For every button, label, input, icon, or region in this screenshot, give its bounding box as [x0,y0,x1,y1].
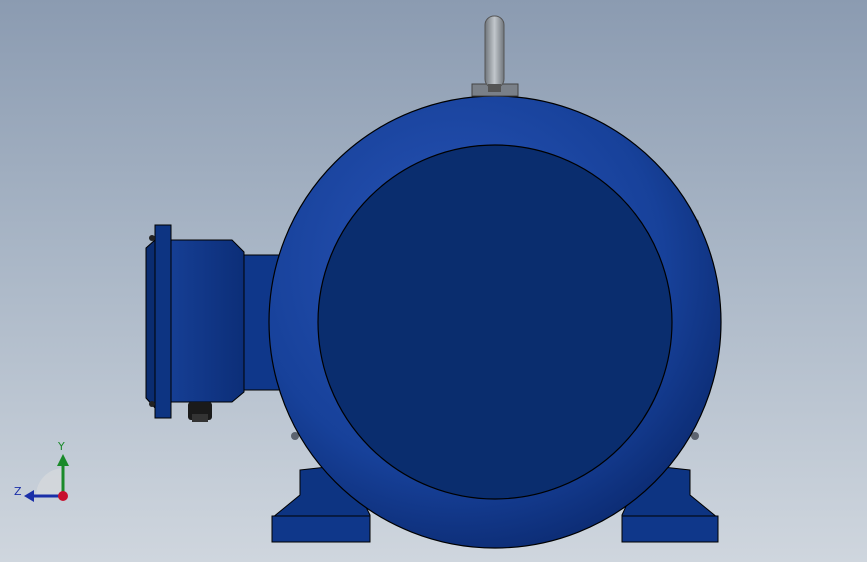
cable-gland [188,402,212,422]
end-cover[interactable] [317,144,673,500]
lifting-eyebolt[interactable] [471,15,519,97]
triad-y-label: Y [58,440,65,453]
graphics-viewport[interactable]: Y Z [0,0,867,562]
triad-graphic [24,454,69,502]
coordinate-triad: Y Z [10,440,80,510]
triad-z-label: Z [14,485,22,498]
terminal-box[interactable] [145,224,281,419]
motor-model[interactable] [0,0,867,562]
